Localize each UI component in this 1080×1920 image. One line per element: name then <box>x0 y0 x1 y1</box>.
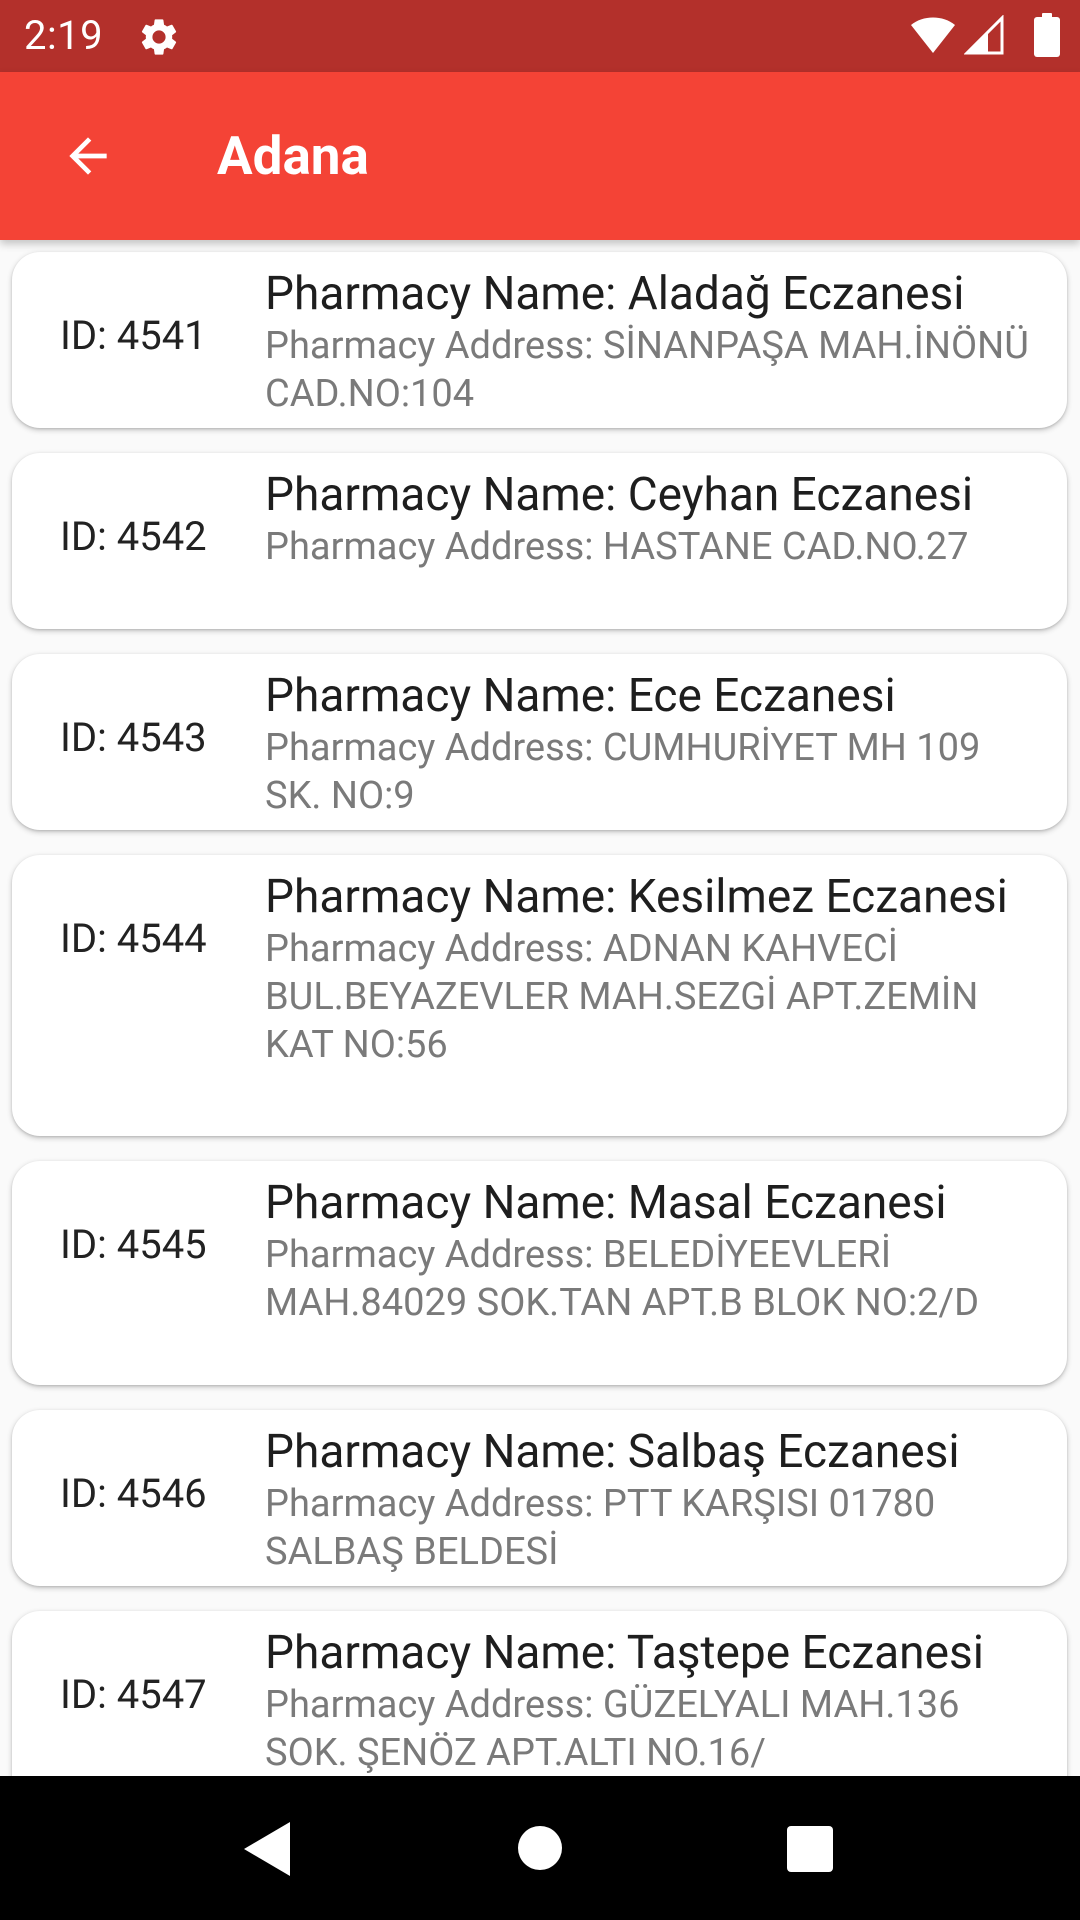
pharmacy-id: ID: 4547 <box>60 1671 207 1718</box>
pharmacy-address: Pharmacy Address: GÜZELYALI MAH.136 SOK.… <box>265 1683 960 1775</box>
pharmacy-details: Pharmacy Name: Aladağ Eczanesi Pharmacy … <box>265 266 1045 418</box>
pharmacy-address: Pharmacy Address: SİNANPAŞA MAH.İNÖNÜ CA… <box>265 324 1029 416</box>
pharmacy-card[interactable]: ID: 4544 Pharmacy Name: Kesilmez Eczanes… <box>12 855 1067 1136</box>
pharmacy-name: Pharmacy Name: Taştepe Eczanesi <box>265 1626 984 1680</box>
pharmacy-id: ID: 4541 <box>60 312 207 359</box>
pharmacy-address: Pharmacy Address: ADNAN KAHVECİ BUL.BEYA… <box>265 927 979 1067</box>
pharmacy-card[interactable]: ID: 4541 Pharmacy Name: Aladağ Eczanesi … <box>12 252 1067 428</box>
pharmacy-details: Pharmacy Name: Ceyhan Eczanesi Pharmacy … <box>265 467 1045 571</box>
pharmacy-name: Pharmacy Name: Ceyhan Eczanesi <box>265 468 974 522</box>
cell-signal-icon <box>963 14 1004 55</box>
status-bar: 2:19 <box>0 0 1080 72</box>
pharmacy-list[interactable]: ID: 4541 Pharmacy Name: Aladağ Eczanesi … <box>0 240 1080 1776</box>
nav-home-icon[interactable] <box>518 1826 562 1870</box>
pharmacy-card[interactable]: ID: 4547 Pharmacy Name: Taştepe Eczanesi… <box>12 1611 1067 1776</box>
pharmacy-address: Pharmacy Address: HASTANE CAD.NO.27 <box>265 525 969 569</box>
pharmacy-card[interactable]: ID: 4545 Pharmacy Name: Masal Eczanesi P… <box>12 1161 1067 1385</box>
pharmacy-card[interactable]: ID: 4542 Pharmacy Name: Ceyhan Eczanesi … <box>12 453 1067 629</box>
pharmacy-details: Pharmacy Name: Taştepe Eczanesi Pharmacy… <box>265 1625 1045 1776</box>
arrow-left-icon <box>69 137 107 175</box>
pharmacy-name: Pharmacy Name: Kesilmez Eczanesi <box>265 870 1008 924</box>
pharmacy-name: Pharmacy Name: Aladağ Eczanesi <box>265 267 965 321</box>
pharmacy-details: Pharmacy Name: Salbaş Eczanesi Pharmacy … <box>265 1424 1045 1576</box>
wifi-icon <box>910 15 956 55</box>
pharmacy-details: Pharmacy Name: Masal Eczanesi Pharmacy A… <box>265 1175 1045 1327</box>
status-time: 2:19 <box>24 12 104 59</box>
battery-icon <box>1034 13 1060 57</box>
nav-recents-icon[interactable] <box>787 1826 833 1872</box>
pharmacy-details: Pharmacy Name: Kesilmez Eczanesi Pharmac… <box>265 869 1045 1069</box>
back-button[interactable] <box>44 112 132 200</box>
pharmacy-address: Pharmacy Address: CUMHURİYET MH 109 SK. … <box>265 726 981 818</box>
gear-icon <box>137 15 181 59</box>
pharmacy-id: ID: 4544 <box>60 915 207 962</box>
pharmacy-name: Pharmacy Name: Masal Eczanesi <box>265 1176 947 1230</box>
pharmacy-card[interactable]: ID: 4546 Pharmacy Name: Salbaş Eczanesi … <box>12 1410 1067 1586</box>
pharmacy-address: Pharmacy Address: BELEDİYEEVLERİ MAH.840… <box>265 1233 980 1325</box>
nav-back-icon[interactable] <box>244 1822 290 1876</box>
pharmacy-name: Pharmacy Name: Ece Eczanesi <box>265 669 896 723</box>
page-title: Adana <box>217 125 369 187</box>
pharmacy-address: Pharmacy Address: PTT KARŞISI 01780 SALB… <box>265 1482 936 1574</box>
pharmacy-id: ID: 4545 <box>60 1221 207 1268</box>
pharmacy-id: ID: 4543 <box>60 714 207 761</box>
pharmacy-id: ID: 4542 <box>60 513 207 560</box>
system-nav-bar <box>0 1776 1080 1920</box>
pharmacy-details: Pharmacy Name: Ece Eczanesi Pharmacy Add… <box>265 668 1045 820</box>
pharmacy-card[interactable]: ID: 4543 Pharmacy Name: Ece Eczanesi Pha… <box>12 654 1067 830</box>
pharmacy-id: ID: 4546 <box>60 1470 207 1517</box>
app-bar: Adana <box>0 72 1080 240</box>
pharmacy-name: Pharmacy Name: Salbaş Eczanesi <box>265 1425 960 1479</box>
